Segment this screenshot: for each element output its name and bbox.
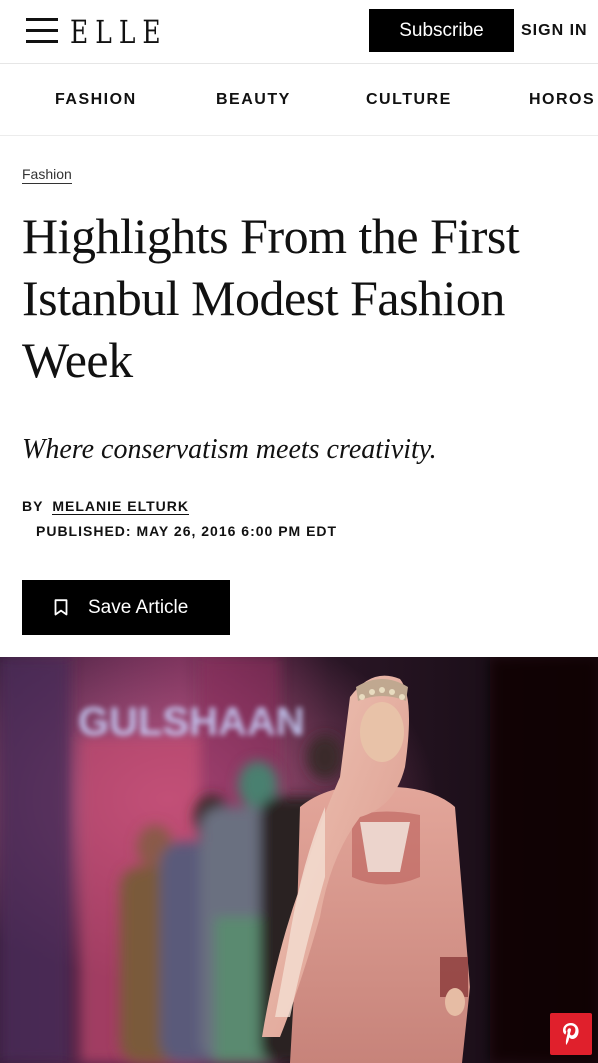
sign-in-link[interactable]: SIGN IN [521, 9, 588, 52]
article-headline: Highlights From the First Istanbul Modes… [22, 208, 520, 388]
byline: BY MELANIE ELTURK [22, 497, 189, 515]
nav-item-fashion[interactable]: FASHION [55, 89, 137, 111]
published-date: PUBLISHED: MAY 26, 2016 6:00 PM EDT [36, 523, 338, 539]
runway-photo: GULSHAAN [0, 657, 598, 1063]
bookmark-icon [54, 599, 68, 616]
save-article-button[interactable]: Save Article [22, 580, 230, 635]
site-header: ELLE Subscribe SIGN IN [0, 0, 598, 64]
main-nav: FASHION BEAUTY CULTURE HOROS [0, 64, 598, 136]
hero-image: GULSHAAN [0, 657, 598, 1063]
nav-item-culture[interactable]: CULTURE [366, 89, 452, 111]
byline-prefix: BY [22, 498, 44, 514]
author-link[interactable]: MELANIE ELTURK [52, 498, 189, 515]
nav-item-beauty[interactable]: BEAUTY [216, 89, 291, 111]
pinterest-share-button[interactable] [550, 1013, 592, 1055]
hamburger-menu-icon[interactable] [26, 18, 58, 44]
backdrop-sign: GULSHAAN [78, 700, 305, 744]
article-page: ELLE Subscribe SIGN IN FASHION BEAUTY CU… [0, 0, 598, 1063]
nav-item-horoscopes[interactable]: HOROS [529, 89, 595, 111]
pinterest-icon [563, 1023, 579, 1045]
elle-logo[interactable]: ELLE [70, 12, 168, 52]
subscribe-button[interactable]: Subscribe [369, 9, 514, 52]
save-article-label: Save Article [88, 596, 189, 618]
article-dek: Where conservatism meets creativity. [22, 434, 437, 465]
category-link[interactable]: Fashion [22, 165, 72, 184]
